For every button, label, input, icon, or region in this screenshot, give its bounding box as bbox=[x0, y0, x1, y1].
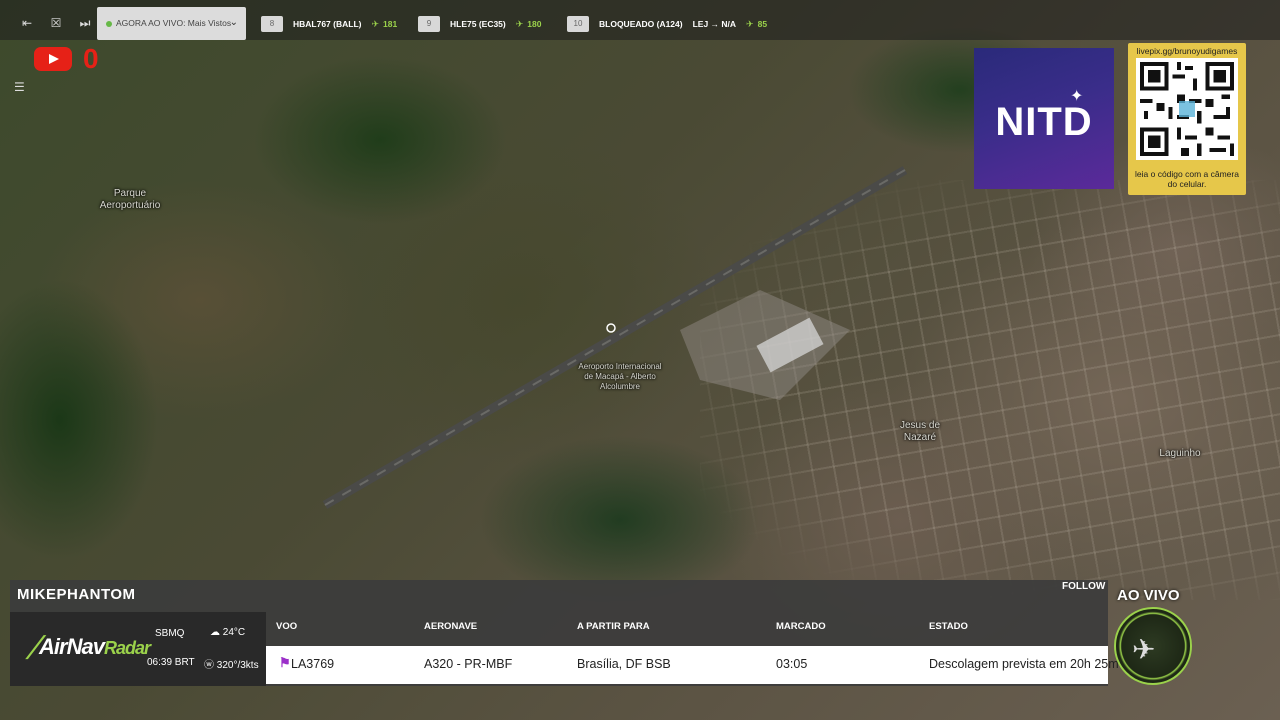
wind: ⓦ 320°/3kts bbox=[204, 656, 259, 671]
airnav-radar: Radar bbox=[103, 638, 151, 658]
nitd-logo: NITD ✦ bbox=[974, 48, 1114, 189]
col-status: ESTADO bbox=[929, 621, 968, 632]
ticker-count: 85 bbox=[757, 19, 768, 29]
col-flight: VOO bbox=[276, 621, 298, 632]
plane-icon: ✈ bbox=[371, 18, 380, 29]
weather-icon: ☁ bbox=[210, 627, 223, 638]
plane-icon: ✈ bbox=[515, 18, 524, 29]
live-dropdown[interactable]: AGORA AO VIVO: Mais Vistos ⌄ bbox=[97, 7, 246, 40]
col-aircraft: AERONAVE bbox=[424, 621, 478, 632]
wind-value: 320°/3kts bbox=[216, 660, 259, 671]
airnav-brand: AirNav bbox=[39, 634, 105, 659]
ticker-rank: 8 bbox=[261, 16, 283, 32]
ticker-count: 180 bbox=[527, 19, 542, 29]
qr-caption: leia o código com a câmera do celular. bbox=[1135, 169, 1239, 189]
live-dropdown-label: AGORA AO VIVO: Mais Vistos bbox=[116, 18, 232, 28]
map-label-airport: Aeroporto Internacional de Macapá - Alber… bbox=[578, 362, 662, 391]
col-scheduled: MARCADO bbox=[776, 621, 826, 632]
channel-badge: ✈ bbox=[1114, 607, 1192, 685]
qr-card: livepix.gg/brunoyudigames leia o código … bbox=[1128, 43, 1246, 195]
youtube-icon[interactable] bbox=[34, 47, 72, 71]
flight-status: Descolagem prevista em 20h 25m bbox=[929, 657, 1119, 671]
ticker-count: 181 bbox=[383, 19, 398, 29]
qr-url: livepix.gg/brunoyudigames bbox=[1136, 46, 1238, 56]
collapse-left-icon[interactable]: ⇤ bbox=[19, 16, 35, 30]
map-label-laguinho: Laguinho bbox=[1159, 448, 1201, 459]
ticker-route: LEJ → N/A bbox=[692, 19, 737, 29]
live-dot-icon bbox=[106, 21, 112, 27]
destination: Brasília, DF BSB bbox=[577, 657, 671, 671]
ticker-callsign: HBAL767 (BALL) bbox=[293, 19, 362, 29]
airnav-wing-icon: ╱ bbox=[28, 637, 40, 659]
airnav-logo: ╱AirNavRadar bbox=[28, 634, 151, 660]
wind-icon: ⓦ bbox=[204, 660, 217, 671]
follow-button[interactable]: FOLLOW bbox=[1062, 581, 1105, 592]
live-label: AO VIVO bbox=[1117, 587, 1180, 604]
plane-icon: ✈ bbox=[1132, 634, 1156, 665]
star-icon: ✦ bbox=[1070, 88, 1084, 105]
nitd-logo-text: NITD bbox=[995, 100, 1093, 144]
youtube-counter: 0 bbox=[83, 43, 99, 74]
flight-marker-icon: ⚑ bbox=[279, 655, 291, 670]
layers-icon[interactable]: ☰ bbox=[14, 80, 30, 94]
temperature: ☁ 24°C bbox=[210, 627, 245, 638]
ticker-flight-10[interactable]: 10 BLOQUEADO (A124) LEJ → N/A ✈ 85 bbox=[567, 16, 767, 32]
airport-code: SBMQ bbox=[155, 628, 185, 639]
skip-next-icon[interactable]: ⏭ bbox=[77, 16, 93, 30]
close-window-icon[interactable]: ☒ bbox=[48, 16, 64, 30]
ticker-callsign: HLE75 (EC35) bbox=[450, 19, 506, 29]
chevron-down-icon: ⌄ bbox=[229, 17, 238, 28]
ticker-rank: 10 bbox=[567, 16, 589, 32]
map-label-jesus: Jesus de Nazaré bbox=[899, 420, 941, 443]
temperature-value: 24°C bbox=[222, 627, 246, 638]
scheduled-time: 03:05 bbox=[776, 657, 808, 671]
ticker-flight-9[interactable]: 9 HLE75 (EC35) ✈ 180 bbox=[418, 16, 541, 32]
aircraft: A320 - PR-MBF bbox=[424, 657, 513, 671]
username: MIKEPHANTOM bbox=[17, 586, 136, 603]
plane-icon: ✈ bbox=[746, 18, 754, 29]
col-destination: A PARTIR PARA bbox=[577, 621, 650, 632]
ticker-flight-8[interactable]: 8 HBAL767 (BALL) ✈ 181 bbox=[261, 16, 397, 32]
local-time: 06:39 BRT bbox=[147, 657, 195, 668]
qr-code-icon bbox=[1136, 58, 1238, 160]
map-label-park: Parque Aeroportuário bbox=[99, 188, 161, 211]
flight-number: LA3769 bbox=[291, 657, 335, 671]
ticker-callsign: BLOQUEADO (A124) bbox=[599, 19, 683, 29]
ticker-rank: 9 bbox=[418, 16, 440, 32]
